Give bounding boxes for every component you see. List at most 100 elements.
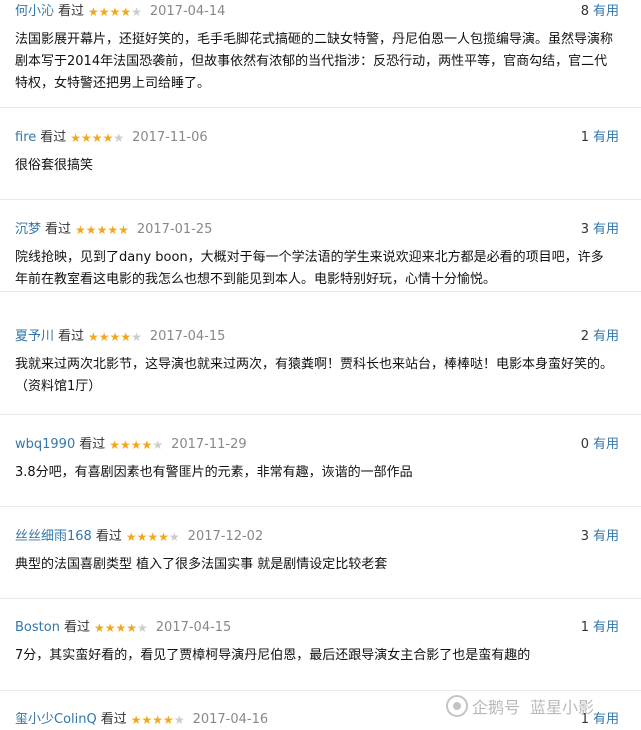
- star-rating: ★★★★★: [94, 618, 148, 638]
- penguin-logo-icon: [446, 695, 468, 717]
- reviewer-name-link[interactable]: wbq1990: [15, 435, 75, 455]
- star-icon: ★: [136, 530, 148, 544]
- divider: [0, 506, 641, 507]
- useful-vote-button[interactable]: 1 有用: [581, 618, 619, 638]
- star-icon: ★: [125, 530, 137, 544]
- reviewer-name-link[interactable]: 丝丝细雨168: [15, 527, 92, 547]
- useful-count: 1: [580, 620, 589, 635]
- divider: [0, 107, 641, 108]
- watched-label: 看过: [95, 529, 122, 544]
- divider: [0, 598, 641, 599]
- useful-label: 有用: [592, 529, 619, 544]
- divider: [0, 199, 641, 200]
- star-icon: ★: [147, 530, 159, 544]
- watermark-brand: 企鹅号: [472, 698, 521, 717]
- star-icon: ★: [120, 5, 132, 19]
- review-date: 2017-01-25: [136, 222, 213, 237]
- useful-vote-button[interactable]: 2 有用: [581, 327, 619, 347]
- star-icon: ★: [130, 438, 142, 452]
- star-icon: ★: [85, 223, 97, 237]
- watched-label: 看过: [58, 329, 85, 344]
- review-date: 2017-12-02: [187, 529, 264, 544]
- useful-vote-button[interactable]: 3 有用: [581, 527, 619, 547]
- star-icon: ★: [131, 330, 142, 344]
- watched-label: 看过: [63, 620, 90, 635]
- useful-label: 有用: [592, 329, 619, 344]
- review-text: 很俗套很搞笑: [15, 158, 94, 173]
- star-rating: ★★★★★: [88, 2, 142, 22]
- useful-count: 3: [580, 529, 589, 544]
- star-icon: ★: [75, 223, 86, 237]
- useful-label: 有用: [592, 222, 619, 237]
- star-rating: ★★★★★: [109, 435, 163, 455]
- useful-vote-button[interactable]: 1 有用: [581, 128, 619, 148]
- watched-label: 看过: [79, 437, 106, 452]
- useful-count: 0: [580, 437, 589, 452]
- star-icon: ★: [163, 713, 174, 727]
- star-icon: ★: [70, 131, 82, 145]
- watched-label: 看过: [40, 130, 67, 145]
- useful-vote-button[interactable]: 3 有用: [581, 220, 619, 240]
- review-item: 何小沁 看过 ★★★★★ 2017-04-14 8 有用 法国影展开幕片，还挺好笑的，毛手毛…: [0, 2, 641, 95]
- star-icon: ★: [104, 621, 116, 635]
- watched-label: 看过: [100, 712, 127, 727]
- star-icon: ★: [137, 621, 148, 635]
- reviewer-name-link[interactable]: 沉梦: [15, 220, 41, 240]
- star-icon: ★: [120, 438, 131, 452]
- useful-label: 有用: [592, 130, 619, 145]
- useful-count: 2: [580, 329, 589, 344]
- review-item: wbq1990 看过 ★★★★★ 2017-11-29 0 有用 3.8分吧，有喜剧因素也有…: [0, 435, 641, 484]
- review-date: 2017-04-15: [149, 329, 226, 344]
- useful-label: 有用: [592, 620, 619, 635]
- star-icon: ★: [109, 330, 121, 344]
- review-item: 丝丝细雨168 看过 ★★★★★ 2017-12-02 3 有用典型的法国喜剧类型 植入了…: [0, 527, 641, 576]
- review-text: 典型的法国喜剧类型 植入了很多法国实事 就是剧情设定比较老套: [15, 557, 388, 572]
- star-icon: ★: [88, 330, 99, 344]
- watermark: 企鹅号 蓝星小影: [446, 692, 594, 720]
- divider: [0, 291, 641, 292]
- star-icon: ★: [168, 530, 180, 544]
- review-item: 沉梦 看过 ★★★★★ 2017-01-25 3 有用 院线抢映，见到了dany boon，…: [0, 220, 641, 291]
- star-icon: ★: [131, 5, 142, 19]
- star-icon: ★: [96, 223, 108, 237]
- useful-count: 3: [580, 222, 589, 237]
- useful-label: 有用: [592, 712, 619, 727]
- star-icon: ★: [118, 223, 129, 237]
- star-icon: ★: [152, 438, 164, 452]
- divider: [0, 414, 641, 415]
- reviewer-name-link[interactable]: Boston: [15, 618, 60, 638]
- star-icon: ★: [88, 5, 99, 19]
- star-rating: ★★★★★: [131, 710, 185, 730]
- star-icon: ★: [109, 438, 121, 452]
- useful-label: 有用: [592, 4, 619, 19]
- reviewer-name-link[interactable]: 玺小少ColinQ: [15, 710, 97, 730]
- star-rating: ★★★★★: [88, 327, 142, 347]
- review-date: 2017-04-14: [149, 4, 226, 19]
- review-date: 2017-11-29: [171, 437, 247, 452]
- review-list: 何小沁 看过 ★★★★★ 2017-04-14 8 有用 法国影展开幕片，还挺好笑的，毛手毛…: [0, 0, 641, 730]
- review-date: 2017-04-16: [192, 712, 269, 727]
- review-date: 2017-04-15: [155, 620, 232, 635]
- useful-count: 1: [580, 130, 589, 145]
- star-rating: ★★★★★: [75, 220, 129, 240]
- useful-vote-button[interactable]: 0 有用: [581, 435, 619, 455]
- star-icon: ★: [93, 621, 105, 635]
- review-text: 7分，其实蛮好看的，看见了贾樟柯导演丹尼伯恩，最后还跟导演女主合影了也是蛮有趣的: [15, 648, 531, 663]
- useful-vote-button[interactable]: 8 有用: [581, 2, 619, 22]
- review-text: 我就来过两次北影节，这导演也就来过两次，有猿粪啊！贾科长也来站台，棒棒哒！电影本…: [15, 357, 614, 394]
- useful-label: 有用: [592, 437, 619, 452]
- useful-count: 8: [580, 4, 589, 19]
- star-rating: ★★★★★: [126, 527, 180, 547]
- star-icon: ★: [126, 621, 138, 635]
- star-icon: ★: [98, 330, 110, 344]
- review-item: fire 看过 ★★★★★ 2017-11-06 1 有用 很俗套很搞笑: [0, 128, 641, 177]
- star-icon: ★: [141, 438, 153, 452]
- reviewer-name-link[interactable]: fire: [15, 128, 36, 148]
- star-icon: ★: [130, 713, 142, 727]
- reviewer-name-link[interactable]: 夏予川: [15, 327, 54, 347]
- reviewer-name-link[interactable]: 何小沁: [15, 2, 54, 22]
- review-text: 3.8分吧，有喜剧因素也有警匪片的元素，非常有趣，诙谐的一部作品: [15, 465, 413, 480]
- star-icon: ★: [113, 131, 125, 145]
- star-icon: ★: [107, 223, 119, 237]
- watched-label: 看过: [58, 4, 85, 19]
